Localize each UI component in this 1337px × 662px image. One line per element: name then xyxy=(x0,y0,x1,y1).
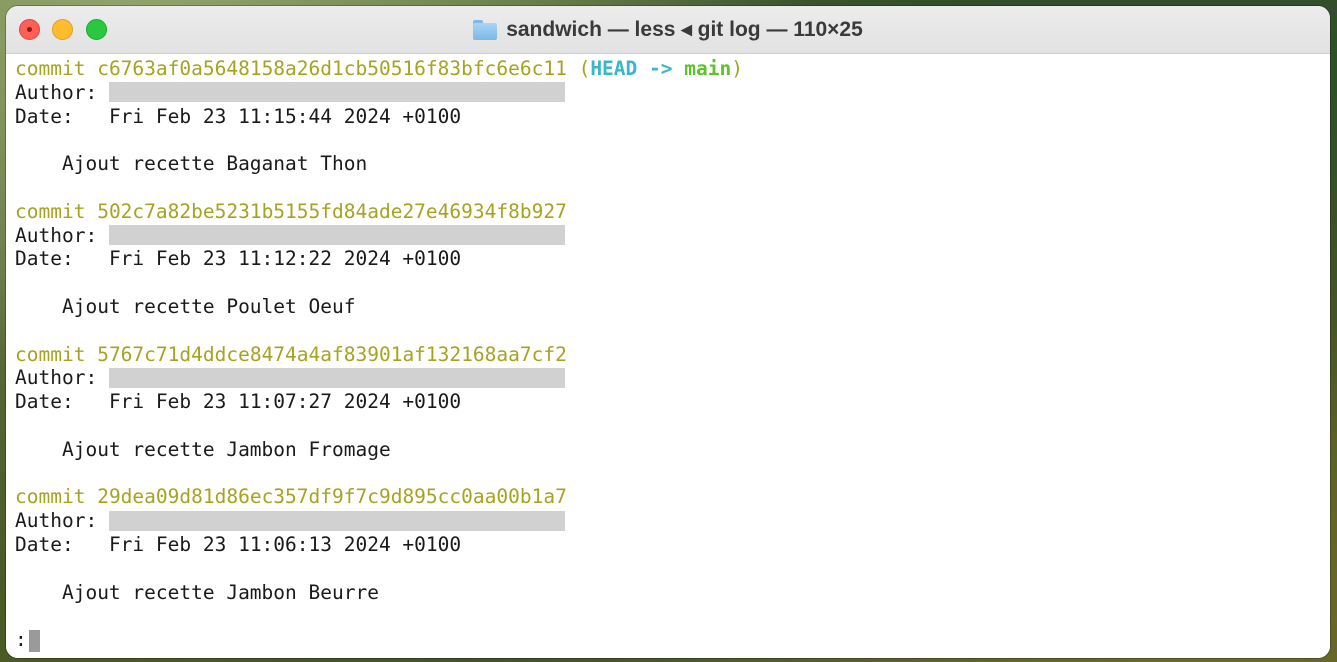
author-line: Author: xyxy=(15,509,1330,533)
commit-message: Ajout recette Jambon Beurre xyxy=(61,580,379,604)
ref-open-paren: ( xyxy=(578,57,591,80)
window-title: sandwich — less ◂ git log — 110×25 xyxy=(506,18,863,41)
text-cursor xyxy=(28,629,40,652)
commit-keyword: commit xyxy=(15,342,86,366)
commit-line: commit 5767c71d4ddce8474a4af83901af13216… xyxy=(15,343,1330,367)
branch-ref: main xyxy=(684,57,732,80)
commit-message: Ajout recette Poulet Oeuf xyxy=(61,294,356,318)
window-title-area: sandwich — less ◂ git log — 110×25 xyxy=(6,6,1330,53)
commit-date: Fri Feb 23 11:12:22 2024 +0100 xyxy=(108,247,462,271)
author-label: Author: xyxy=(15,509,98,533)
commit-hash: 5767c71d4ddce8474a4af83901af132168aa7cf2 xyxy=(97,342,567,366)
date-label: Date: xyxy=(15,104,74,128)
message-line: Ajout recette Poulet Oeuf xyxy=(15,295,1330,319)
terminal-window: sandwich — less ◂ git log — 110×25 commi… xyxy=(6,6,1330,658)
date-line: Date: Fri Feb 23 11:15:44 2024 +0100 xyxy=(15,105,1330,129)
message-line: Ajout recette Jambon Beurre xyxy=(15,581,1330,605)
head-ref: HEAD xyxy=(590,57,638,80)
ref-arrow: -> xyxy=(649,57,673,80)
ref-close-paren: ) xyxy=(731,57,743,80)
terminal-output[interactable]: commit c6763af0a5648158a26d1cb50516f83bf… xyxy=(6,54,1330,658)
author-line: Author: xyxy=(15,81,1330,105)
folder-icon xyxy=(473,19,498,40)
title-bar[interactable]: sandwich — less ◂ git log — 110×25 xyxy=(6,6,1330,54)
commit-hash: 29dea09d81d86ec357df9f7c9d895cc0aa00b1a7 xyxy=(97,485,567,509)
author-redacted xyxy=(108,367,565,388)
author-redacted xyxy=(108,510,565,531)
date-line: Date: Fri Feb 23 11:06:13 2024 +0100 xyxy=(15,533,1330,557)
author-line: Author: xyxy=(15,224,1330,248)
commit-message: Ajout recette Baganat Thon xyxy=(61,152,368,176)
message-line: Ajout recette Jambon Fromage xyxy=(15,438,1330,462)
commit-message: Ajout recette Jambon Fromage xyxy=(61,437,391,461)
date-line: Date: Fri Feb 23 11:12:22 2024 +0100 xyxy=(15,247,1330,271)
commit-line: commit 502c7a82be5231b5155fd84ade27e4693… xyxy=(15,200,1330,224)
author-redacted xyxy=(108,225,565,246)
less-prompt: : xyxy=(15,628,27,652)
message-line: Ajout recette Baganat Thon xyxy=(15,152,1330,176)
author-label: Author: xyxy=(15,80,98,104)
date-line: Date: Fri Feb 23 11:07:27 2024 +0100 xyxy=(15,390,1330,414)
commit-date: Fri Feb 23 11:06:13 2024 +0100 xyxy=(108,532,462,556)
commit-date: Fri Feb 23 11:07:27 2024 +0100 xyxy=(108,390,462,414)
commit-date: Fri Feb 23 11:15:44 2024 +0100 xyxy=(108,104,462,128)
author-redacted xyxy=(108,82,565,103)
commit-line: commit c6763af0a5648158a26d1cb50516f83bf… xyxy=(15,57,1330,81)
commit-hash: 502c7a82be5231b5155fd84ade27e46934f8b927 xyxy=(97,199,567,223)
date-label: Date: xyxy=(15,247,74,271)
commit-keyword: commit xyxy=(15,199,86,223)
less-prompt-line[interactable]: : xyxy=(15,628,1330,652)
date-label: Date: xyxy=(15,390,74,414)
commit-keyword: commit xyxy=(15,485,86,509)
date-label: Date: xyxy=(15,532,74,556)
commit-line: commit 29dea09d81d86ec357df9f7c9d895cc0a… xyxy=(15,485,1330,509)
author-label: Author: xyxy=(15,223,98,247)
commit-keyword: commit xyxy=(15,57,86,80)
author-label: Author: xyxy=(15,366,98,390)
author-line: Author: xyxy=(15,366,1330,390)
commit-hash: c6763af0a5648158a26d1cb50516f83bfc6e6c11 xyxy=(97,57,567,80)
